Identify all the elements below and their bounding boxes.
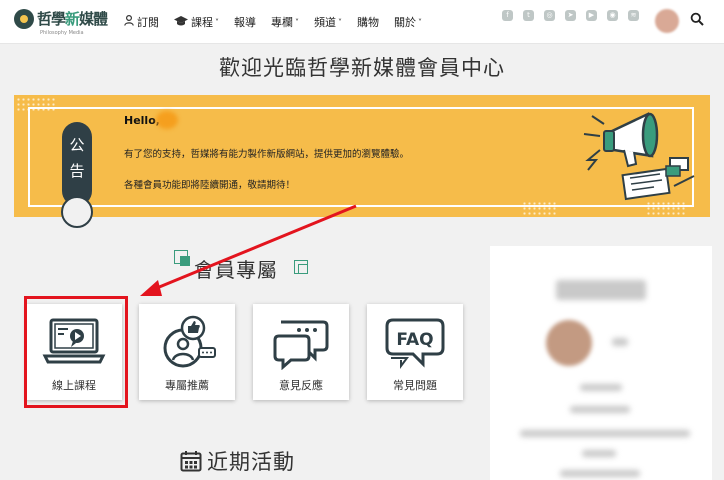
twitter-icon[interactable]: t [523,10,534,21]
events-section-title: 近期活動 [180,446,295,476]
top-navigation-bar: 哲學新媒體 Philosophy Media 訂閱 課程 ˅ 報導 專欄 ˅ 頻… [0,0,724,44]
logo-subtitle: Philosophy Media [40,30,84,36]
tag-ring [61,196,93,228]
logo-text-a: 哲學 [37,10,66,28]
blurred-username [156,111,178,129]
blurred-panel-title [556,280,646,300]
youtube-icon[interactable]: ▶ [586,10,597,21]
menu-item-shop[interactable]: 購物 [357,14,379,30]
telegram-icon[interactable]: ➤ [565,10,576,21]
page-title: 歡迎光臨哲學新媒體會員中心 [219,56,505,80]
social-links: f t ◎ ➤ ▶ ◉ ≋ [502,10,649,21]
logo-text-b: 新 [65,10,80,28]
facebook-icon[interactable]: f [502,10,513,21]
main-menu: 訂閱 課程 ˅ 報導 專欄 ˅ 頻道 ˅ 購物 關於 ˅ [124,0,437,44]
podcast-icon[interactable]: ◉ [607,10,618,21]
chat-bubbles-icon [273,320,329,370]
menu-item-reports[interactable]: 報導 [234,14,256,30]
chevron-down-icon: ˅ [295,17,299,27]
megaphone-illustration-icon [583,112,695,201]
faq-bubble-icon: FAQ [385,318,445,369]
card-label: 意見反應 [279,379,323,392]
menu-item-courses[interactable]: 課程 ˅ [174,14,219,30]
card-faq[interactable]: FAQ 常見問題 [367,304,463,400]
graduation-cap-icon [174,15,188,29]
announcement-line-2: 各種會員功能即將陸續開通，敬請期待！ [124,180,296,191]
instagram-icon[interactable]: ◎ [544,10,555,21]
card-recommendations[interactable]: 專屬推薦 [139,304,235,400]
card-label: 常見問題 [393,379,437,392]
menu-item-columns[interactable]: 專欄 ˅ [271,14,299,30]
highlight-box [24,296,128,408]
card-feedback[interactable]: 意見反應 [253,304,349,400]
announcement-line-1: 有了您的支持，哲媒將有能力製作新版網站，提供更加的瀏覽體驗。 [124,149,410,160]
calendar-icon [180,451,202,472]
menu-item-about[interactable]: 關於 ˅ [394,14,422,30]
user-avatar[interactable] [655,9,679,33]
search-icon[interactable] [690,12,704,26]
logo-text-c: 媒體 [79,10,108,28]
member-info-panel [490,246,712,480]
chevron-down-icon: ˅ [418,17,422,27]
thumbs-up-person-icon [163,315,216,368]
rss-icon[interactable]: ≋ [628,10,639,21]
member-section-title: 會員專屬 [174,250,314,282]
logo-mark-icon [14,8,34,29]
svg-text:FAQ: FAQ [396,330,433,350]
announcement-tag: 公告 [62,122,92,206]
menu-item-subscribe[interactable]: 訂閱 [124,14,159,30]
member-avatar [546,320,592,366]
user-icon [124,14,134,29]
chevron-down-icon: ˅ [215,17,219,27]
card-label: 專屬推薦 [165,379,209,392]
hello-text: Hello, [124,114,160,127]
announcement-tag-label: 公告 [69,136,85,180]
menu-item-channels[interactable]: 頻道 ˅ [314,14,342,30]
chevron-down-icon: ˅ [338,17,342,27]
site-logo[interactable]: 哲學新媒體 Philosophy Media [14,8,108,36]
